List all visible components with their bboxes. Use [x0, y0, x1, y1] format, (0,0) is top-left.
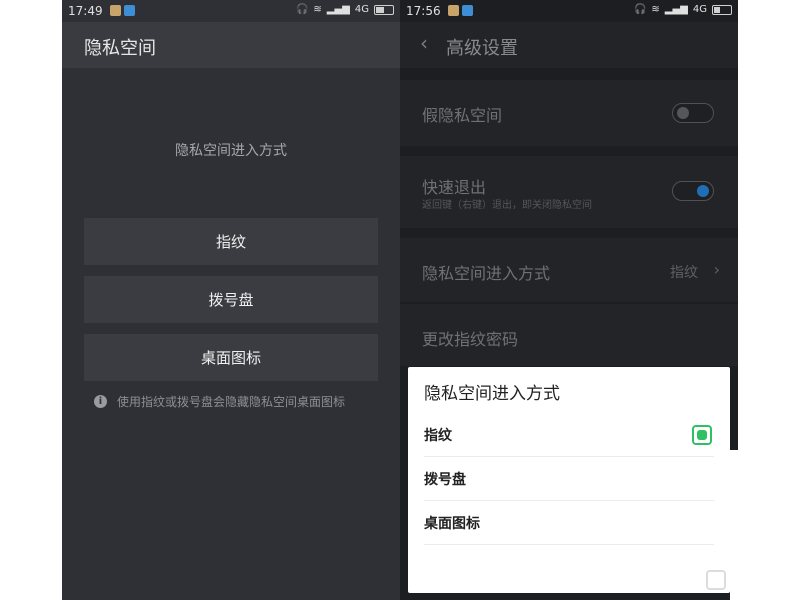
dialog-option-desktop-icon[interactable]: 桌面图标 — [408, 501, 730, 545]
notification-icon — [124, 5, 135, 16]
signal-icon: ▂▄▆ — [664, 4, 688, 15]
change-password-row[interactable]: 更改指纹密码 — [400, 304, 738, 366]
fake-space-row[interactable]: 假隐私空间 — [400, 80, 738, 146]
dialog-title: 隐私空间进入方式 — [424, 384, 560, 404]
quick-exit-label: 快速退出 — [422, 178, 487, 197]
fake-space-label: 假隐私空间 — [422, 106, 503, 125]
entry-method-heading: 隐私空间进入方式 — [175, 143, 287, 159]
change-password-label: 更改指纹密码 — [422, 330, 519, 349]
radio-selected-icon[interactable] — [692, 425, 712, 445]
status-bar: 17:56 🎧 ≋ ▂▄▆ 4G — [400, 0, 738, 22]
status-time: 17:49 — [68, 4, 103, 18]
status-right: 🎧 ≋ ▂▄▆ 4G — [296, 4, 394, 15]
notification-icon — [448, 5, 459, 16]
notification-icon — [110, 5, 121, 16]
entry-method-dialog: 隐私空间进入方式 指纹 拨号盘 桌面图标 — [408, 367, 730, 593]
notification-icon — [462, 5, 473, 16]
dialog-option-dialpad[interactable]: 拨号盘 — [408, 457, 730, 501]
hint-text: 使用指纹或拨号盘会隐藏隐私空间桌面图标 — [117, 395, 346, 409]
network-type: 4G — [692, 4, 707, 15]
left-phone-screen: 17:49 🎧 ≋ ▂▄▆ 4G 隐私空间 隐私空间进入方式 指纹 拨号盘 桌面… — [62, 0, 400, 600]
back-arrow-icon[interactable]: ‹ — [420, 33, 428, 53]
headphone-icon: 🎧 — [633, 4, 647, 15]
entry-method-row[interactable]: 隐私空间进入方式 指纹 › — [400, 238, 738, 302]
status-time: 17:56 — [406, 4, 441, 18]
status-right: 🎧 ≋ ▂▄▆ 4G — [634, 4, 732, 15]
image-artifact — [730, 450, 800, 600]
option-label: 桌面图标 — [424, 516, 480, 532]
dialog-option-fingerprint[interactable]: 指纹 — [408, 413, 730, 457]
option-label: 拨号盘 — [424, 472, 466, 488]
divider — [424, 544, 714, 545]
quick-exit-description: 返回键（右键）退出，即关闭隐私空间 — [422, 200, 592, 211]
entry-method-value: 指纹 — [670, 265, 698, 281]
dialpad-button[interactable]: 拨号盘 — [84, 276, 378, 323]
status-bar: 17:49 🎧 ≋ ▂▄▆ 4G — [62, 0, 400, 22]
entry-method-label: 隐私空间进入方式 — [422, 264, 551, 283]
fingerprint-button[interactable]: 指纹 — [84, 218, 378, 265]
network-type: 4G — [354, 4, 369, 15]
wifi-icon: ≋ — [651, 4, 660, 15]
fake-space-toggle[interactable] — [672, 103, 714, 123]
signal-icon: ▂▄▆ — [326, 4, 350, 15]
app-header: 隐私空间 — [62, 22, 400, 68]
page-title: 高级设置 — [446, 38, 518, 59]
info-icon: i — [94, 395, 107, 408]
headphone-icon: 🎧 — [295, 4, 309, 15]
screenshot-canvas: 17:49 🎧 ≋ ▂▄▆ 4G 隐私空间 隐私空间进入方式 指纹 拨号盘 桌面… — [0, 0, 800, 600]
battery-icon — [374, 4, 394, 15]
battery-icon — [712, 4, 732, 15]
chevron-right-icon: › — [713, 260, 720, 279]
hint-text-row: i 使用指纹或拨号盘会隐藏隐私空间桌面图标 — [94, 393, 345, 410]
app-header: ‹ 高级设置 — [400, 22, 738, 68]
option-label: 指纹 — [424, 428, 452, 444]
desktop-icon-button[interactable]: 桌面图标 — [84, 334, 378, 381]
wifi-icon: ≋ — [313, 4, 322, 15]
quick-exit-row[interactable]: 快速退出 返回键（右键）退出，即关闭隐私空间 — [400, 156, 738, 228]
watermark-logo — [706, 570, 726, 590]
quick-exit-toggle[interactable] — [672, 181, 714, 201]
page-title: 隐私空间 — [84, 38, 156, 59]
